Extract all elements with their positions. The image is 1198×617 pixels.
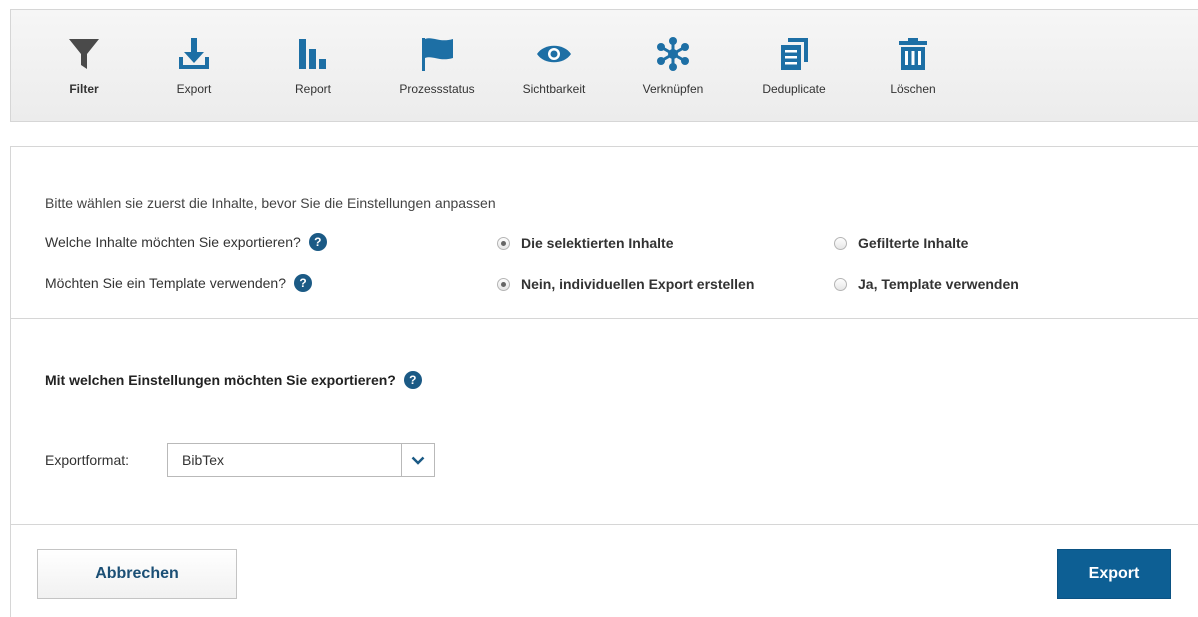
radio-label: Gefilterte Inhalte xyxy=(858,235,969,251)
export-button[interactable]: Export xyxy=(1057,549,1171,599)
toolbar-filter-label: Filter xyxy=(69,82,99,96)
radio-label: Ja, Template verwenden xyxy=(858,276,1019,292)
radio-indicator[interactable] xyxy=(497,236,510,250)
download-icon xyxy=(174,33,214,75)
toolbar-sichtbarkeit-label: Sichtbarkeit xyxy=(522,82,586,96)
export-panel: Bitte wählen sie zuerst die Inhalte, bev… xyxy=(10,146,1198,617)
toolbar-deduplicate-label: Deduplicate xyxy=(762,82,826,96)
template-question: Möchten Sie ein Template verwenden? ? xyxy=(45,274,313,292)
flag-icon xyxy=(417,33,457,75)
radio-selected-content[interactable]: Die selektierten Inhalte xyxy=(497,235,674,251)
export-format-select[interactable]: BibTex xyxy=(167,443,435,477)
bar-chart-icon xyxy=(293,33,333,75)
content-question-label: Welche Inhalte möchten Sie exportieren? xyxy=(45,234,301,250)
chevron-down-icon[interactable] xyxy=(401,444,434,476)
toolbar-sichtbarkeit-button[interactable]: Sichtbarkeit xyxy=(513,33,595,113)
radio-indicator[interactable] xyxy=(834,236,847,250)
toolbar-verknuepfen-button[interactable]: Verknüpfen xyxy=(633,33,713,113)
toolbar-loeschen-button[interactable]: Löschen xyxy=(883,33,943,113)
radio-label: Nein, individuellen Export erstellen xyxy=(521,276,755,292)
export-format-value: BibTex xyxy=(182,452,225,468)
toolbar-loeschen-label: Löschen xyxy=(890,82,936,96)
toolbar-verknuepfen-label: Verknüpfen xyxy=(642,82,704,96)
settings-title: Mit welchen Einstellungen möchten Sie ex… xyxy=(45,371,422,389)
radio-filtered-content[interactable]: Gefilterte Inhalte xyxy=(834,235,968,251)
trash-icon xyxy=(893,33,933,75)
content-selection-section: Bitte wählen sie zuerst die Inhalte, bev… xyxy=(11,147,1198,319)
selection-hint: Bitte wählen sie zuerst die Inhalte, bev… xyxy=(45,195,496,211)
toolbar-filter-button[interactable]: Filter xyxy=(58,33,110,113)
network-icon xyxy=(653,33,693,75)
template-question-label: Möchten Sie ein Template verwenden? xyxy=(45,275,287,291)
toolbar-report-button[interactable]: Report xyxy=(287,33,339,113)
cancel-button[interactable]: Abbrechen xyxy=(37,549,237,599)
copy-documents-icon xyxy=(774,33,814,75)
toolbar-prozessstatus-button[interactable]: Prozessstatus xyxy=(389,33,485,113)
radio-use-template[interactable]: Ja, Template verwenden xyxy=(834,276,1019,292)
help-icon[interactable]: ? xyxy=(403,371,422,389)
toolbar-export-label: Export xyxy=(176,82,212,96)
toolbar: Filter Export Report Prozessstatus Sicht… xyxy=(10,9,1198,122)
content-question: Welche Inhalte möchten Sie exportieren? … xyxy=(45,233,327,251)
toolbar-report-label: Report xyxy=(294,82,332,96)
radio-label: Die selektierten Inhalte xyxy=(521,235,674,251)
settings-section: Mit welchen Einstellungen möchten Sie ex… xyxy=(11,319,1198,525)
radio-indicator[interactable] xyxy=(497,277,510,291)
eye-icon xyxy=(534,33,574,75)
filter-icon xyxy=(64,33,104,75)
help-icon[interactable]: ? xyxy=(294,274,313,292)
toolbar-deduplicate-button[interactable]: Deduplicate xyxy=(753,33,835,113)
export-format-label: Exportformat: xyxy=(45,452,130,468)
toolbar-export-button[interactable]: Export xyxy=(168,33,220,113)
help-icon[interactable]: ? xyxy=(308,233,327,251)
radio-indicator[interactable] xyxy=(834,277,847,291)
toolbar-prozessstatus-label: Prozessstatus xyxy=(399,82,475,96)
settings-title-label: Mit welchen Einstellungen möchten Sie ex… xyxy=(45,372,396,388)
radio-individual-export[interactable]: Nein, individuellen Export erstellen xyxy=(497,276,754,292)
